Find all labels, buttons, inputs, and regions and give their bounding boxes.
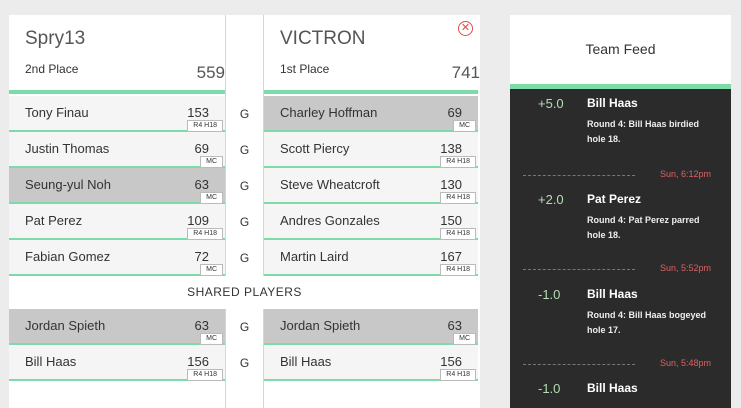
player-name: Martin Laird: [280, 249, 349, 264]
player-row[interactable]: Seung-yul Noh 63 MC: [9, 168, 225, 204]
player-name: Jordan Spieth: [25, 318, 106, 333]
left-team-accent-bar: [9, 90, 225, 94]
game-indicator: G: [239, 320, 250, 334]
player-score: 167: [440, 249, 462, 264]
feed-timestamp: Sun, 5:52pm: [659, 263, 711, 273]
player-name: Tony Finau: [25, 105, 89, 120]
left-team-place: 2nd Place: [25, 62, 79, 76]
player-score: 63: [194, 318, 209, 333]
player-name: Jordan Spieth: [280, 318, 361, 333]
right-team-accent-bar: [264, 90, 478, 94]
feed-points-change: +2.0: [538, 192, 564, 207]
player-name: Justin Thomas: [25, 141, 110, 156]
player-status-badge: MC: [453, 120, 476, 132]
feed-separator: [523, 175, 635, 176]
player-score: 130: [440, 177, 462, 192]
player-score: 138: [440, 141, 462, 156]
player-status-badge: R4 H18: [440, 156, 476, 168]
feed-points-change: -1.0: [538, 287, 561, 302]
team-feed-panel: Team Feed +5.0 Bill Haas Round 4: Bill H…: [510, 15, 731, 408]
shared-players-heading: SHARED PLAYERS: [9, 276, 480, 309]
player-row[interactable]: Tony Finau 153 R4 H18: [9, 96, 225, 132]
player-status-badge: R4 H18: [187, 369, 223, 381]
player-row[interactable]: Andres Gonzales 150 R4 H18: [264, 204, 478, 240]
player-status-badge: R4 H18: [440, 369, 476, 381]
player-row[interactable]: Scott Piercy 138 R4 H18: [264, 132, 478, 168]
player-status-badge: R4 H18: [187, 120, 223, 132]
player-status-badge: MC: [200, 333, 223, 345]
player-row[interactable]: Justin Thomas 69 MC: [9, 132, 225, 168]
player-name: Fabian Gomez: [25, 249, 111, 264]
feed-player-name: Pat Perez: [587, 192, 642, 206]
shared-player-row[interactable]: Jordan Spieth 63 MC: [264, 309, 478, 345]
player-row[interactable]: Fabian Gomez 72 MC: [9, 240, 225, 276]
player-score: 156: [440, 354, 462, 369]
feed-player-name: Bill Haas: [587, 287, 638, 301]
player-status-badge: R4 H18: [440, 192, 476, 204]
feed-timestamp: Sun, 5:48pm: [659, 358, 711, 368]
game-indicator: G: [239, 143, 250, 157]
player-row[interactable]: Pat Perez 109 R4 H18: [9, 204, 225, 240]
player-name: Pat Perez: [25, 213, 83, 228]
player-name: Bill Haas: [25, 354, 77, 369]
game-indicator: G: [239, 356, 250, 370]
player-score: 150: [440, 213, 462, 228]
left-team-header: Spry13 2nd Place 559: [9, 15, 225, 95]
right-team-score: 741: [451, 63, 480, 82]
player-score: 109: [187, 213, 209, 228]
player-name: Steve Wheatcroft: [280, 177, 380, 192]
player-name: Scott Piercy: [280, 141, 350, 156]
player-status-badge: R4 H18: [440, 228, 476, 240]
shared-player-row[interactable]: Jordan Spieth 63 MC: [9, 309, 225, 345]
player-status-badge: MC: [200, 156, 223, 168]
game-indicator: G: [239, 215, 250, 229]
feed-message: Round 4: Pat Perez parred hole 18.: [587, 215, 700, 240]
feed-points-change: -1.0: [538, 381, 561, 396]
player-status-badge: R4 H18: [187, 228, 223, 240]
shared-player-row[interactable]: Bill Haas 156 R4 H18: [264, 345, 478, 381]
right-team-name: VICTRON: [280, 28, 366, 49]
player-status-badge: R4 H18: [440, 264, 476, 276]
player-row[interactable]: Steve Wheatcroft 130 R4 H18: [264, 168, 478, 204]
feed-points-change: +5.0: [538, 96, 564, 111]
player-score: 69: [194, 141, 209, 156]
player-name: Andres Gonzales: [280, 213, 380, 228]
right-team-header: VICTRON 1st Place 741: [264, 15, 480, 95]
game-indicator: G: [239, 251, 250, 265]
player-score: 63: [194, 177, 209, 192]
player-score: 63: [447, 318, 462, 333]
player-name: Bill Haas: [280, 354, 332, 369]
feed-timestamp: Sun, 6:12pm: [659, 169, 711, 179]
feed-message: Round 4: Bill Haas bogeyed hole 17.: [587, 310, 707, 335]
player-score: 72: [194, 249, 209, 264]
feed-player-name: Bill Haas: [587, 96, 638, 110]
player-row[interactable]: Charley Hoffman 69 MC: [264, 96, 478, 132]
feed-player-name: Bill Haas: [587, 381, 638, 395]
player-status-badge: MC: [200, 264, 223, 276]
game-indicator: G: [239, 179, 250, 193]
team-feed-title: Team Feed: [510, 15, 731, 84]
shared-player-row[interactable]: Bill Haas 156 R4 H18: [9, 345, 225, 381]
player-name: Charley Hoffman: [280, 105, 378, 120]
game-indicator: G: [239, 107, 250, 121]
right-team-place: 1st Place: [280, 62, 330, 76]
feed-accent-bar: [510, 84, 731, 89]
feed-separator: [523, 364, 635, 365]
player-name: Seung-yul Noh: [25, 177, 111, 192]
feed-separator: [523, 269, 635, 270]
player-status-badge: MC: [200, 192, 223, 204]
player-status-badge: MC: [453, 333, 476, 345]
close-icon[interactable]: ✕: [458, 21, 473, 36]
player-row[interactable]: Martin Laird 167 R4 H18: [264, 240, 478, 276]
matchup-board: Spry13 2nd Place 559 VICTRON 1st Place 7…: [9, 15, 480, 408]
player-score: 153: [187, 105, 209, 120]
left-team-name: Spry13: [25, 28, 86, 49]
feed-message: Round 4: Bill Haas birdied hole 18.: [587, 119, 700, 144]
player-score: 69: [447, 105, 462, 120]
player-score: 156: [187, 354, 209, 369]
left-team-score: 559: [196, 63, 225, 82]
